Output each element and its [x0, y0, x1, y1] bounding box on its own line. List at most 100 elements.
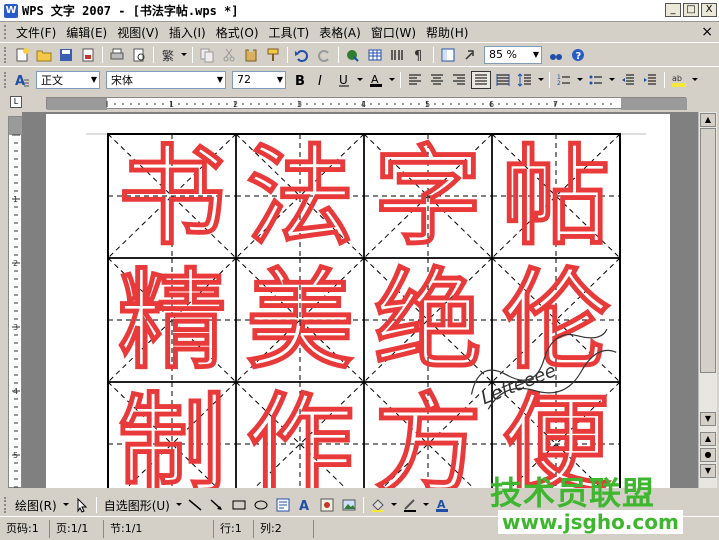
- scroll-up-icon[interactable]: ▲: [700, 113, 716, 127]
- find-binoculars-icon[interactable]: [546, 46, 566, 64]
- menu-window[interactable]: 窗口(W): [367, 24, 422, 41]
- justify-icon[interactable]: [471, 70, 491, 89]
- ellipse-tool-icon[interactable]: [251, 496, 271, 514]
- chevron-down-icon[interactable]: ▼: [277, 75, 283, 84]
- chevron-down-icon[interactable]: [356, 71, 364, 89]
- menu-insert[interactable]: 插入(I): [165, 24, 212, 41]
- grid-cell[interactable]: 伦: [491, 257, 621, 385]
- save-icon[interactable]: [56, 46, 76, 64]
- vertical-ruler[interactable]: 1 2 3 4 5: [8, 116, 23, 496]
- print-icon[interactable]: [107, 46, 127, 64]
- chevron-down-icon[interactable]: [537, 71, 545, 89]
- browse-object-icon[interactable]: ●: [700, 448, 716, 462]
- print-preview-icon[interactable]: [129, 46, 149, 64]
- font-size-select[interactable]: 72 ▼: [232, 70, 286, 89]
- cut-icon[interactable]: [219, 46, 239, 64]
- italic-icon[interactable]: I: [312, 71, 332, 89]
- menu-file[interactable]: 文件(F): [12, 24, 62, 41]
- document-close-button[interactable]: ×: [701, 24, 713, 40]
- chevron-down-icon[interactable]: [390, 496, 398, 514]
- draw-font-color-icon[interactable]: A: [432, 496, 452, 514]
- maximize-button[interactable]: □: [683, 3, 699, 17]
- chevron-down-icon[interactable]: ▼: [217, 75, 223, 84]
- underline-icon[interactable]: U: [334, 71, 354, 89]
- grid-cell[interactable]: 绝: [363, 257, 493, 385]
- chevron-down-icon[interactable]: ▼: [91, 75, 97, 84]
- grid-cell[interactable]: 制: [107, 381, 237, 488]
- undo-icon[interactable]: [292, 46, 312, 64]
- menu-view[interactable]: 视图(V): [113, 24, 165, 41]
- line-spacing-icon[interactable]: [515, 71, 535, 89]
- horizontal-ruler[interactable]: L 1 2 3 4 5 6 7: [0, 94, 719, 112]
- grid-cell[interactable]: 书: [107, 133, 237, 261]
- bold-icon[interactable]: B: [290, 71, 310, 89]
- grid-cell[interactable]: 精: [107, 257, 237, 385]
- insert-table-icon[interactable]: [365, 46, 385, 64]
- hyperlink-icon[interactable]: [343, 46, 363, 64]
- chevron-down-icon[interactable]: [180, 46, 188, 64]
- menu-help[interactable]: 帮助(H): [422, 24, 474, 41]
- chevron-down-icon[interactable]: ▼: [533, 50, 539, 59]
- fill-color-icon[interactable]: [368, 496, 388, 514]
- increase-indent-icon[interactable]: [640, 71, 660, 89]
- copy-icon[interactable]: [197, 46, 217, 64]
- bullet-list-icon[interactable]: [586, 71, 606, 89]
- menu-format[interactable]: 格式(O): [212, 24, 265, 41]
- toolbar-grip[interactable]: [4, 497, 8, 513]
- chevron-down-icon[interactable]: [608, 71, 616, 89]
- show-marks-icon[interactable]: ¶: [409, 46, 429, 64]
- vertical-scrollbar[interactable]: ▲ ▼ ▲ ● ▼: [698, 112, 717, 488]
- paste-icon[interactable]: [241, 46, 261, 64]
- minimize-button[interactable]: _: [665, 3, 681, 17]
- tab-stop-selector[interactable]: L: [10, 96, 22, 108]
- align-center-icon[interactable]: [427, 71, 447, 89]
- ruler-scale[interactable]: 1 2 3 4 5 6 7: [46, 97, 687, 110]
- grid-cell[interactable]: 字: [363, 133, 493, 261]
- scrollbar-thumb[interactable]: [700, 128, 716, 373]
- chevron-down-icon[interactable]: [175, 496, 183, 514]
- toolbar-grip[interactable]: [4, 46, 8, 63]
- document-area[interactable]: 书法字帖精美绝伦制作方便 Lefteeee: [22, 112, 698, 488]
- style-select[interactable]: 正文 ▼: [36, 70, 100, 89]
- styles-icon[interactable]: A: [12, 71, 32, 89]
- grid-cell[interactable]: 法: [235, 133, 365, 261]
- open-folder-icon[interactable]: [34, 46, 54, 64]
- select-pointer-icon[interactable]: [72, 496, 92, 514]
- previous-page-icon[interactable]: ▲: [700, 432, 716, 446]
- line-tool-icon[interactable]: [185, 496, 205, 514]
- wps-app-icon[interactable]: W: [4, 3, 18, 18]
- autoshapes-button[interactable]: 自选图形(U): [104, 497, 170, 514]
- rectangle-tool-icon[interactable]: [229, 496, 249, 514]
- grid-cell[interactable]: 方: [363, 381, 493, 488]
- toolbar-grip[interactable]: [4, 71, 8, 88]
- arrow-tool-icon[interactable]: [207, 496, 227, 514]
- align-left-icon[interactable]: [405, 71, 425, 89]
- grid-cell[interactable]: 帖: [491, 133, 621, 261]
- numbered-list-icon[interactable]: 12: [554, 71, 574, 89]
- chevron-down-icon[interactable]: [422, 496, 430, 514]
- columns-icon[interactable]: [387, 46, 407, 64]
- decrease-indent-icon[interactable]: [618, 71, 638, 89]
- chevron-down-icon[interactable]: [388, 71, 396, 89]
- traditional-simplified-icon[interactable]: 繁: [158, 46, 178, 64]
- insert-picture-icon[interactable]: [339, 496, 359, 514]
- font-select[interactable]: 宋体 ▼: [106, 70, 226, 89]
- line-color-icon[interactable]: [400, 496, 420, 514]
- wordart-icon[interactable]: A: [295, 496, 315, 514]
- document-map-icon[interactable]: [438, 46, 458, 64]
- textbox-tool-icon[interactable]: [273, 496, 293, 514]
- menu-tools[interactable]: 工具(T): [265, 24, 316, 41]
- draw-menu-button[interactable]: 绘图(R): [15, 497, 57, 514]
- grid-cell[interactable]: 美: [235, 257, 365, 385]
- font-color-icon[interactable]: A: [366, 71, 386, 89]
- menu-edit[interactable]: 编辑(E): [62, 24, 113, 41]
- chevron-down-icon[interactable]: [691, 71, 699, 89]
- menu-table[interactable]: 表格(A): [315, 24, 367, 41]
- chevron-down-icon[interactable]: [62, 496, 70, 514]
- distributed-align-icon[interactable]: [493, 71, 513, 89]
- clipart-icon[interactable]: [317, 496, 337, 514]
- help-icon[interactable]: ?: [568, 46, 588, 64]
- align-right-icon[interactable]: [449, 71, 469, 89]
- redo-icon[interactable]: [314, 46, 334, 64]
- scroll-down-icon[interactable]: ▼: [700, 412, 716, 426]
